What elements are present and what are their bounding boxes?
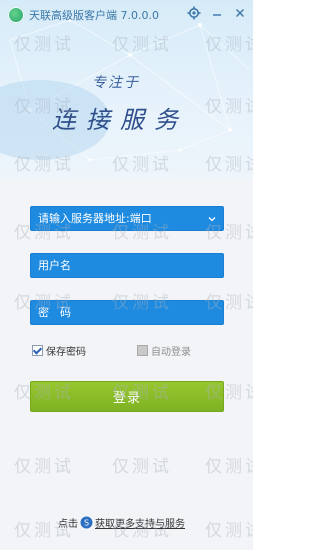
support-icon[interactable]: S — [80, 516, 93, 529]
support-footer: 点击 S 获取更多支持与服务 — [58, 514, 185, 530]
minimize-icon[interactable] — [208, 4, 226, 22]
username-field[interactable] — [30, 253, 224, 278]
save-password-label: 保存密码 — [46, 346, 86, 358]
server-address-field[interactable] — [30, 206, 224, 231]
auto-login-label: 自动登录 — [151, 346, 191, 358]
slogan-main: 连接服务 — [52, 106, 188, 134]
username-input[interactable] — [31, 254, 223, 277]
header-banner: 天联高级版客户端 7.0.0.0 专注于 连接服务 — [0, 0, 253, 180]
auto-login-option[interactable]: 自动登录 — [137, 343, 191, 358]
password-field[interactable] — [30, 300, 224, 325]
login-window: 天联高级版客户端 7.0.0.0 专注于 连接服务 请输入服务器地址:端口 用户… — [0, 0, 253, 550]
close-icon[interactable] — [231, 4, 249, 22]
title-bar[interactable]: 天联高级版客户端 7.0.0.0 — [0, 0, 253, 30]
save-password-option[interactable]: 保存密码 — [32, 343, 86, 358]
save-password-checkbox[interactable] — [32, 344, 43, 356]
support-link[interactable]: 获取更多支持与服务 — [95, 515, 185, 530]
auto-login-checkbox[interactable] — [137, 344, 148, 356]
gear-icon[interactable] — [185, 4, 203, 22]
server-address-input[interactable] — [31, 207, 223, 230]
footer-prefix: 点击 — [58, 518, 78, 530]
svg-text:S: S — [84, 518, 89, 527]
window-title: 天联高级版客户端 7.0.0.0 — [29, 9, 159, 22]
slogan: 专注于 连接服务 — [0, 60, 253, 150]
chevron-down-icon[interactable] — [208, 215, 216, 223]
password-input[interactable] — [31, 301, 223, 324]
watermark-text: 仅测试 — [205, 521, 253, 541]
watermark-text: 仅测试 — [205, 457, 253, 477]
app-logo-icon — [8, 7, 24, 23]
watermark-text: 仅测试 — [112, 457, 172, 477]
login-button[interactable]: 登录 — [30, 381, 224, 412]
slogan-small: 专注于 — [92, 75, 140, 91]
watermark-text: 仅测试 — [14, 457, 74, 477]
